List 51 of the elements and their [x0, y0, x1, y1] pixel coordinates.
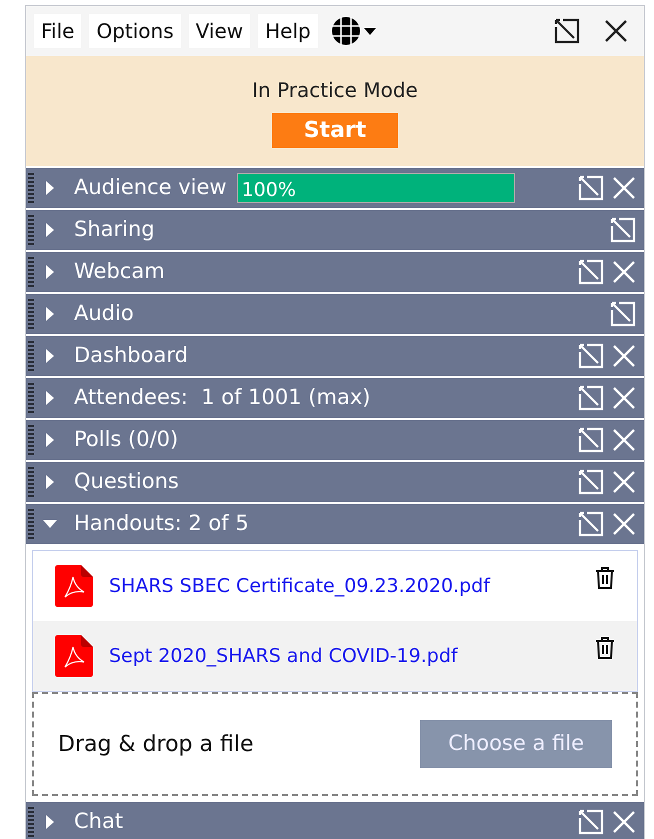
- drag-handle-icon[interactable]: [28, 467, 34, 497]
- panel-title: Dashboard: [74, 342, 188, 370]
- language-icon[interactable]: [330, 15, 376, 47]
- progress-reading: 100%: [242, 178, 296, 203]
- panel-header[interactable]: Polls (0/0): [26, 420, 644, 460]
- choose-file-button[interactable]: Choose a file: [420, 720, 612, 768]
- panel-title: Chat: [74, 808, 124, 836]
- pdf-icon: [55, 635, 93, 677]
- panel-title: Audience view: [74, 174, 227, 202]
- panel-header[interactable]: Webcam: [26, 252, 644, 292]
- panel-header[interactable]: Audience view 100%: [26, 168, 644, 208]
- file-link[interactable]: SHARS SBEC Certificate_09.23.2020.pdf: [109, 572, 490, 600]
- drag-handle-icon[interactable]: [28, 383, 34, 413]
- file-row[interactable]: SHARS SBEC Certificate_09.23.2020.pdf: [33, 551, 637, 621]
- drag-handle-icon[interactable]: [28, 215, 34, 245]
- file-row[interactable]: Sept 2020_SHARS and COVID-19.pdf: [33, 621, 637, 691]
- panel-title: Attendees: 1 of 1001 (max): [74, 384, 370, 412]
- panel-header[interactable]: Attendees: 1 of 1001 (max): [26, 378, 644, 418]
- panel-title: Polls (0/0): [74, 426, 178, 454]
- panel-header[interactable]: Sharing: [26, 210, 644, 250]
- menu-item[interactable]: View: [188, 14, 250, 48]
- delete-icon[interactable]: [595, 567, 615, 589]
- panel-title: Audio: [74, 300, 134, 328]
- delete-icon[interactable]: [595, 637, 615, 659]
- drag-handle-icon[interactable]: [28, 425, 34, 455]
- menu-item[interactable]: Help: [258, 14, 318, 48]
- panel-title: Questions: [74, 468, 179, 496]
- file-link[interactable]: Sept 2020_SHARS and COVID-19.pdf: [109, 642, 458, 670]
- pop-out-icon[interactable]: [554, 18, 580, 44]
- close-icon[interactable]: [604, 19, 628, 43]
- drag-handle-icon[interactable]: [28, 509, 34, 539]
- drag-handle-icon[interactable]: [28, 341, 34, 371]
- panel-header[interactable]: Dashboard: [26, 336, 644, 376]
- drag-handle-icon[interactable]: [28, 807, 34, 837]
- panel-header[interactable]: Questions: [26, 462, 644, 502]
- drag-handle-icon[interactable]: [28, 257, 34, 287]
- pdf-icon: [55, 565, 93, 607]
- drop-zone[interactable]: Drag & drop a file Choose a file: [32, 692, 638, 796]
- panel-title: Webcam: [74, 258, 165, 286]
- drag-handle-icon[interactable]: [28, 299, 34, 329]
- drag-handle-icon[interactable]: [28, 173, 34, 203]
- start-button[interactable]: Start: [272, 112, 398, 148]
- panel-header[interactable]: Chat: [26, 802, 644, 839]
- panel-header[interactable]: Audio: [26, 294, 644, 334]
- menu-item[interactable]: Options: [89, 14, 181, 48]
- drop-label: Drag & drop a file: [58, 730, 254, 758]
- menu-item[interactable]: File: [34, 14, 82, 48]
- panel-header[interactable]: Handouts: 2 of 5: [26, 504, 644, 544]
- practice-mode-label: In Practice Mode: [252, 76, 418, 104]
- panel-title: Sharing: [74, 216, 155, 244]
- panel-title: Handouts: 2 of 5: [74, 510, 249, 538]
